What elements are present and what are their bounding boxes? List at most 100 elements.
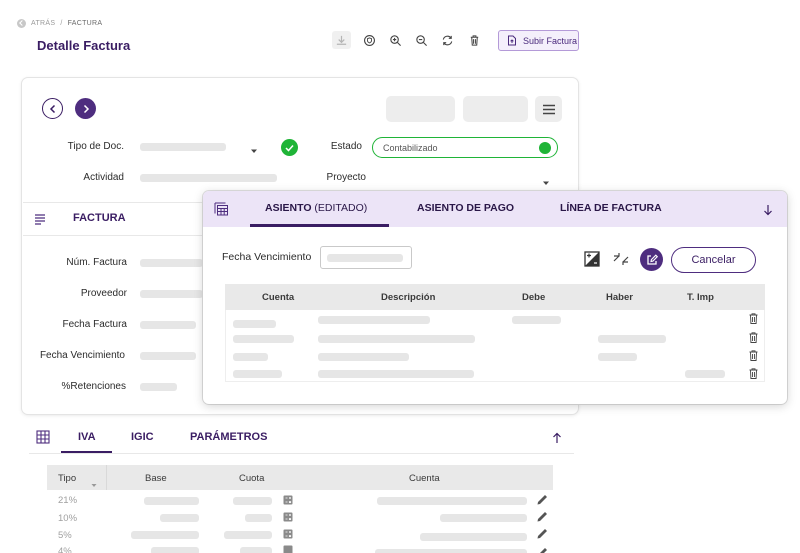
dropdown-arrow-icon[interactable] xyxy=(542,174,550,192)
table-settings-icon[interactable] xyxy=(214,202,229,221)
col-base[interactable]: Base xyxy=(145,473,167,484)
retenciones-field[interactable] xyxy=(140,383,177,391)
breadcrumb-current: FACTURA xyxy=(67,20,103,27)
tab-asiento[interactable]: ASIENTO (EDITADO) xyxy=(265,202,367,214)
col-tipo[interactable]: Tipo xyxy=(58,473,76,484)
table-row[interactable] xyxy=(131,531,199,539)
sort-arrow-icon[interactable] xyxy=(91,475,97,493)
tab-asiento-suffix: (EDITADO) xyxy=(314,202,368,214)
zoom-out-button[interactable] xyxy=(412,31,431,49)
col-debe[interactable]: Debe xyxy=(522,292,545,303)
tab-asiento-label: ASIENTO xyxy=(265,202,312,214)
actividad-label: Actividad xyxy=(83,172,124,183)
collapse-arrow-icon[interactable] xyxy=(763,203,773,221)
calculator-icon[interactable] xyxy=(283,495,293,505)
action-button-placeholder[interactable] xyxy=(463,96,528,122)
col-cuenta[interactable]: Cuenta xyxy=(262,292,294,303)
expand-arrow-icon[interactable] xyxy=(552,431,562,449)
estado-field[interactable]: Contabilizado xyxy=(372,137,558,158)
divider xyxy=(29,453,574,454)
fecha-vencimiento-label: Fecha Vencimiento xyxy=(39,350,125,361)
section-title: FACTURA xyxy=(73,212,126,224)
estado-label: Estado xyxy=(330,141,362,152)
calculator-icon[interactable] xyxy=(283,512,293,522)
edit-button[interactable] xyxy=(640,248,663,271)
table-row[interactable] xyxy=(233,320,276,328)
pencil-icon[interactable] xyxy=(536,544,548,553)
dropdown-arrow-icon[interactable] xyxy=(250,142,258,160)
pencil-icon[interactable] xyxy=(536,528,548,540)
tax-row-tipo: 10% xyxy=(58,513,78,524)
upload-invoice-button[interactable]: Subir Factura xyxy=(498,30,579,51)
proyecto-label: Proyecto xyxy=(326,172,366,183)
divider xyxy=(23,202,203,203)
tipo-doc-select[interactable] xyxy=(140,143,226,151)
page-title: Detalle Factura xyxy=(37,38,131,53)
fecha-factura-field[interactable] xyxy=(140,321,196,329)
breadcrumb-back[interactable]: ATRÁS xyxy=(31,20,55,27)
table-row[interactable] xyxy=(160,514,199,522)
table-row[interactable] xyxy=(233,353,268,361)
pencil-icon[interactable] xyxy=(536,511,548,523)
tax-table-header: Tipo Base Cuota Cuenta xyxy=(47,465,553,490)
tab-igic[interactable]: IGIC xyxy=(131,431,154,443)
col-haber[interactable]: Haber xyxy=(606,292,633,303)
table-row[interactable] xyxy=(151,547,199,553)
grid-icon xyxy=(36,430,50,449)
calculator-icon[interactable] xyxy=(283,529,293,539)
actividad-field[interactable] xyxy=(140,174,277,182)
proveedor-label: Proveedor xyxy=(80,288,127,299)
collapse-arrows-icon[interactable] xyxy=(613,252,629,271)
num-factura-field[interactable] xyxy=(140,259,203,267)
col-cuota[interactable]: Cuota xyxy=(239,473,264,484)
back-arrow-icon[interactable] xyxy=(17,19,26,28)
asiento-panel: ASIENTO (EDITADO) ASIENTO DE PAGO LÍNEA … xyxy=(203,191,787,404)
tab-linea-factura[interactable]: LÍNEA DE FACTURA xyxy=(560,202,662,214)
file-upload-icon xyxy=(508,35,516,46)
fecha-vencimiento-field[interactable] xyxy=(140,352,196,360)
shield-icon xyxy=(364,34,375,46)
status-dot xyxy=(539,142,551,154)
col-cuenta[interactable]: Cuenta xyxy=(409,473,440,484)
pencil-icon[interactable] xyxy=(536,494,548,506)
panel-fecha-vencimiento-input[interactable] xyxy=(320,246,412,269)
tab-parametros[interactable]: PARÁMETROS xyxy=(190,431,267,443)
retenciones-label: %Retenciones xyxy=(61,381,126,392)
tax-row-tipo: 4% xyxy=(58,546,72,553)
trash-icon[interactable] xyxy=(749,313,758,324)
tax-row-tipo: 21% xyxy=(58,495,78,506)
calculator-icon[interactable] xyxy=(283,545,293,553)
col-descripcion[interactable]: Descripción xyxy=(381,292,435,303)
panel-fecha-vencimiento-label: Fecha Vencimiento xyxy=(222,251,312,263)
table-row[interactable] xyxy=(144,497,199,505)
table-row[interactable] xyxy=(233,370,282,378)
zoom-out-icon xyxy=(416,34,428,46)
next-button[interactable] xyxy=(75,98,96,119)
trash-icon[interactable] xyxy=(749,332,758,343)
breadcrumb-separator: / xyxy=(60,20,63,27)
table-row[interactable] xyxy=(233,335,294,343)
cancel-button[interactable]: Cancelar xyxy=(671,247,756,273)
divider xyxy=(23,235,203,236)
num-factura-label: Núm. Factura xyxy=(66,257,127,268)
tab-asiento-pago[interactable]: ASIENTO DE PAGO xyxy=(417,202,514,214)
zoom-in-icon xyxy=(390,34,402,46)
shield-button[interactable] xyxy=(360,31,379,49)
zoom-in-button[interactable] xyxy=(386,31,405,49)
action-button-placeholder[interactable] xyxy=(386,96,455,122)
tipo-doc-label: Tipo de Doc. xyxy=(67,141,124,152)
rotate-button[interactable] xyxy=(438,31,457,49)
hamburger-menu-icon xyxy=(542,104,555,114)
trash-icon[interactable] xyxy=(749,350,758,361)
trash-icon[interactable] xyxy=(749,368,758,379)
image-edit-icon[interactable] xyxy=(584,251,600,272)
tab-iva[interactable]: IVA xyxy=(78,431,96,443)
active-tab-indicator xyxy=(250,224,389,227)
download-button[interactable] xyxy=(332,31,351,49)
menu-button[interactable] xyxy=(535,96,562,122)
proveedor-field[interactable] xyxy=(140,290,203,298)
previous-button[interactable] xyxy=(42,98,63,119)
col-timp[interactable]: T. Imp xyxy=(687,292,714,303)
delete-button[interactable] xyxy=(465,31,484,49)
tax-row-tipo: 5% xyxy=(58,530,72,541)
